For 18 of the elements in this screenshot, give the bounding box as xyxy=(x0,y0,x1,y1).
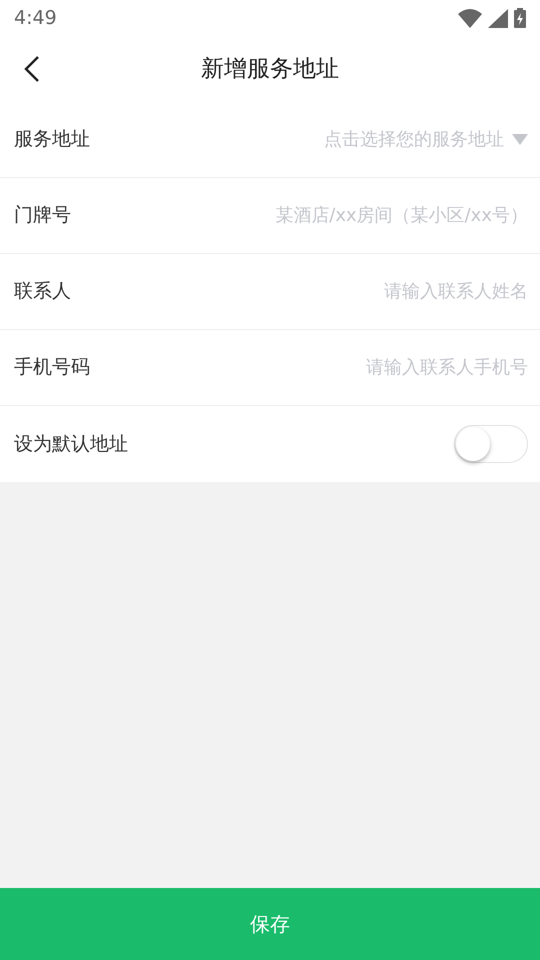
dropdown-triangle-icon xyxy=(512,134,528,145)
default-switch[interactable] xyxy=(454,425,528,463)
battery-icon xyxy=(514,8,526,28)
wifi-icon xyxy=(458,8,482,28)
field-label: 设为默认地址 xyxy=(14,432,128,457)
field-label: 联系人 xyxy=(14,279,71,304)
back-icon xyxy=(24,56,40,82)
input-field[interactable]: 请输入联系人手机号 xyxy=(106,354,528,381)
address-select[interactable]: 点击选择您的服务地址 xyxy=(324,126,528,153)
save-button[interactable]: 保存 xyxy=(0,888,540,960)
page-title: 新增服务地址 xyxy=(201,54,339,84)
signal-icon xyxy=(488,8,508,28)
input-field[interactable]: 某酒店/xx房间（某小区/xx号） xyxy=(87,202,528,229)
field-label: 服务地址 xyxy=(14,127,90,152)
input-field[interactable]: 请输入联系人姓名 xyxy=(87,278,528,305)
field-label: 手机号码 xyxy=(14,355,90,380)
field-label: 门牌号 xyxy=(14,203,71,228)
status-time: 4:49 xyxy=(14,6,57,31)
